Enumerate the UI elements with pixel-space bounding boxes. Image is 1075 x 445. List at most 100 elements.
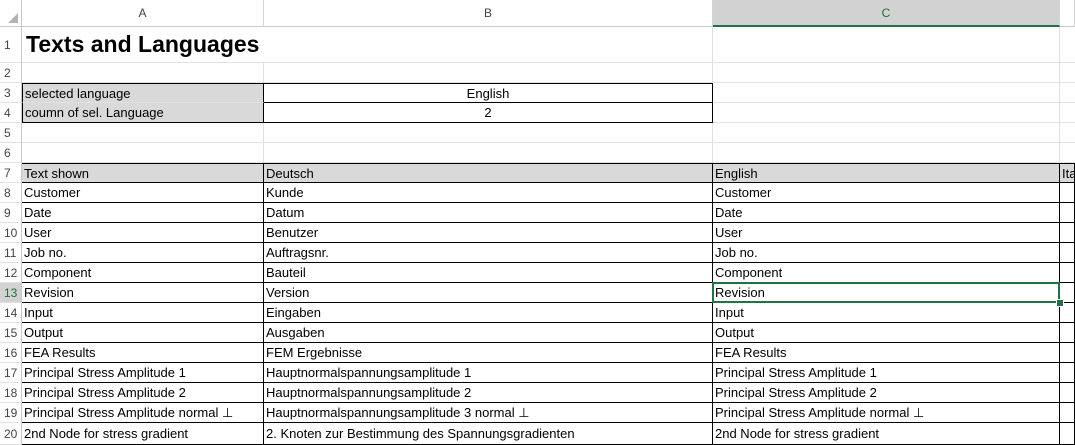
row-header-18[interactable]: 18 xyxy=(0,383,22,403)
table-cell[interactable]: Hauptnormalspannungsamplitude 1 xyxy=(264,363,713,383)
table-cell[interactable] xyxy=(1060,363,1075,383)
table-cell[interactable]: User xyxy=(713,223,1060,243)
grid-cell[interactable] xyxy=(713,143,1060,163)
row-header-9[interactable]: 9 xyxy=(0,203,22,223)
column-header-c[interactable]: C xyxy=(713,0,1060,27)
table-cell[interactable]: Principal Stress Amplitude 2 xyxy=(713,383,1060,403)
table-cell[interactable] xyxy=(1060,423,1075,445)
select-all-corner[interactable] xyxy=(0,0,22,27)
language-column-value[interactable]: 2 xyxy=(264,103,713,123)
table-cell[interactable]: Component xyxy=(713,263,1060,283)
table-cell[interactable]: Date xyxy=(22,203,264,223)
table-cell[interactable]: Output xyxy=(713,323,1060,343)
grid-cell[interactable] xyxy=(713,103,1060,123)
row-header-2[interactable]: 2 xyxy=(0,63,22,83)
row-header-1[interactable]: 1 xyxy=(0,27,22,63)
row-header-15[interactable]: 15 xyxy=(0,323,22,343)
table-cell[interactable] xyxy=(1060,343,1075,363)
grid-cell[interactable] xyxy=(22,143,264,163)
row-header-20[interactable]: 20 xyxy=(0,423,22,445)
table-cell[interactable] xyxy=(1060,323,1075,343)
column-header-b[interactable]: B xyxy=(264,0,713,27)
grid-cell[interactable] xyxy=(713,123,1060,143)
table-cell[interactable]: Benutzer xyxy=(264,223,713,243)
table-cell[interactable]: Date xyxy=(713,203,1060,223)
table-cell[interactable]: Bauteil xyxy=(264,263,713,283)
table-cell[interactable] xyxy=(1060,263,1075,283)
grid-cell[interactable] xyxy=(22,123,264,143)
table-cell[interactable]: Ausgaben xyxy=(264,323,713,343)
row-header-19[interactable]: 19 xyxy=(0,403,22,423)
row-header-14[interactable]: 14 xyxy=(0,303,22,323)
selected-language-value[interactable]: English xyxy=(264,83,713,103)
grid-cell[interactable] xyxy=(713,63,1060,83)
table-cell[interactable]: Eingaben xyxy=(264,303,713,323)
table-cell[interactable]: Job no. xyxy=(713,243,1060,263)
table-cell[interactable] xyxy=(1060,203,1075,223)
row-header-6[interactable]: 6 xyxy=(0,143,22,163)
table-cell[interactable]: 2nd Node for stress gradient xyxy=(22,423,264,445)
grid-cell[interactable] xyxy=(264,123,713,143)
row-header-11[interactable]: 11 xyxy=(0,243,22,263)
row-header-17[interactable]: 17 xyxy=(0,363,22,383)
row-header-13[interactable]: 13 xyxy=(0,283,22,303)
select-all-triangle-icon xyxy=(8,13,18,23)
grid-cell[interactable] xyxy=(1060,83,1075,103)
table-cell[interactable]: Hauptnormalspannungsamplitude 3 normal ⊥ xyxy=(264,403,713,423)
grid-cell[interactable] xyxy=(713,27,1060,63)
fill-handle[interactable] xyxy=(1056,299,1064,307)
grid-cell[interactable] xyxy=(713,83,1060,103)
row-header-5[interactable]: 5 xyxy=(0,123,22,143)
table-cell[interactable]: Principal Stress Amplitude normal ⊥ xyxy=(22,403,264,423)
table-cell[interactable]: Component xyxy=(22,263,264,283)
table-cell[interactable]: Customer xyxy=(713,183,1060,203)
row-header-16[interactable]: 16 xyxy=(0,343,22,363)
grid-cell[interactable] xyxy=(22,63,264,83)
table-cell[interactable] xyxy=(1060,403,1075,423)
row-header-10[interactable]: 10 xyxy=(0,223,22,243)
table-cell[interactable]: Principal Stress Amplitude 1 xyxy=(713,363,1060,383)
grid-cell[interactable] xyxy=(264,143,713,163)
table-cell[interactable]: Revision xyxy=(713,283,1060,303)
column-header-a[interactable]: A xyxy=(22,0,264,27)
table-header-cell: Deutsch xyxy=(264,163,713,183)
table-cell[interactable]: Revision xyxy=(22,283,264,303)
row-header-12[interactable]: 12 xyxy=(0,263,22,283)
grid-cell[interactable] xyxy=(1060,27,1075,63)
row-header-8[interactable]: 8 xyxy=(0,183,22,203)
table-cell[interactable]: Job no. xyxy=(22,243,264,263)
table-cell[interactable]: Principal Stress Amplitude 2 xyxy=(22,383,264,403)
table-cell[interactable]: 2. Knoten zur Bestimmung des Spannungsgr… xyxy=(264,423,713,445)
table-cell[interactable]: Version xyxy=(264,283,713,303)
grid-cell[interactable] xyxy=(1060,123,1075,143)
grid-cell[interactable] xyxy=(1060,63,1075,83)
table-cell[interactable]: FEA Results xyxy=(22,343,264,363)
table-cell[interactable]: FEA Results xyxy=(713,343,1060,363)
table-cell[interactable]: Output xyxy=(22,323,264,343)
spreadsheet-grid[interactable]: A B C 1 2 3 4 5 6 7 8 9 10 11 12 13 14 15 16 17 18 19 20 Texts … xyxy=(0,0,1075,445)
language-column-label: coumn of sel. Language xyxy=(22,103,264,123)
table-cell[interactable] xyxy=(1060,183,1075,203)
grid-cell[interactable] xyxy=(264,63,713,83)
table-cell[interactable]: Kunde xyxy=(264,183,713,203)
table-cell[interactable]: Datum xyxy=(264,203,713,223)
table-cell[interactable]: Auftragsnr. xyxy=(264,243,713,263)
row-header-4[interactable]: 4 xyxy=(0,103,22,123)
table-cell[interactable]: 2nd Node for stress gradient xyxy=(713,423,1060,445)
grid-cell[interactable] xyxy=(1060,103,1075,123)
table-cell[interactable]: Customer xyxy=(22,183,264,203)
table-cell[interactable]: Hauptnormalspannungsamplitude 2 xyxy=(264,383,713,403)
table-cell[interactable]: FEM Ergebnisse xyxy=(264,343,713,363)
row-header-3[interactable]: 3 xyxy=(0,83,22,103)
table-cell[interactable] xyxy=(1060,223,1075,243)
table-cell[interactable]: User xyxy=(22,223,264,243)
table-cell[interactable] xyxy=(1060,243,1075,263)
table-cell[interactable] xyxy=(1060,383,1075,403)
column-header-d[interactable] xyxy=(1060,0,1075,27)
table-cell[interactable]: Input xyxy=(713,303,1060,323)
table-cell[interactable]: Principal Stress Amplitude 1 xyxy=(22,363,264,383)
grid-cell[interactable] xyxy=(1060,143,1075,163)
table-cell[interactable]: Principal Stress Amplitude normal ⊥ xyxy=(713,403,1060,423)
table-cell[interactable]: Input xyxy=(22,303,264,323)
row-header-7[interactable]: 7 xyxy=(0,163,22,183)
